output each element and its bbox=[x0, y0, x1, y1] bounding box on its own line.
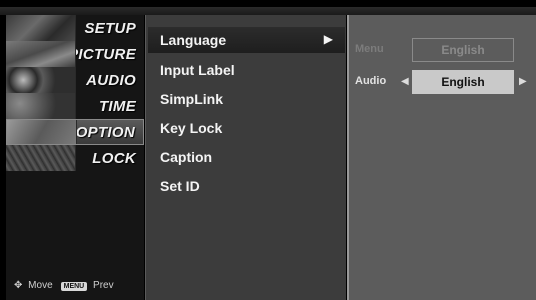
menu-item-label: Input Label bbox=[160, 62, 235, 78]
menu-item-caption[interactable]: Caption bbox=[148, 144, 345, 170]
move-label: Move bbox=[28, 279, 53, 291]
category-picture[interactable]: PICTURE bbox=[6, 41, 144, 67]
menu-item-label: Key Lock bbox=[160, 120, 223, 136]
menu-item-set-id[interactable]: Set ID bbox=[148, 173, 345, 199]
menu-item-input-label[interactable]: Input Label bbox=[148, 57, 345, 83]
move-hint: ✥ Move bbox=[14, 280, 53, 291]
menu-item-key-lock[interactable]: Key Lock bbox=[148, 115, 345, 141]
top-bar bbox=[0, 7, 536, 15]
menu-item-simplink[interactable]: SimpLink bbox=[148, 86, 345, 112]
move-arrows-icon: ✥ bbox=[14, 279, 23, 291]
menu-item-label: Caption bbox=[160, 149, 213, 165]
audio-language-label: Audio bbox=[355, 75, 387, 87]
time-thumbnail-icon bbox=[6, 93, 76, 119]
menu-language-value[interactable]: English bbox=[412, 38, 514, 62]
menu-item-label: Set ID bbox=[160, 178, 200, 194]
category-lock[interactable]: LOCK bbox=[6, 145, 144, 171]
menu-key-icon: MENU bbox=[60, 281, 88, 291]
menu-language-row[interactable]: Menu English bbox=[349, 38, 536, 62]
lock-thumbnail-icon bbox=[6, 145, 76, 171]
category-label: AUDIO bbox=[86, 71, 136, 89]
language-settings-panel: Menu English Audio ◀ English ▶ bbox=[347, 15, 536, 300]
submenu-arrow-icon: ▶ bbox=[323, 32, 333, 46]
category-sidebar: SETUP PICTURE AUDIO TIME OPTION LOCK ✥ M… bbox=[6, 15, 144, 300]
menu-item-label: Language bbox=[160, 32, 227, 48]
option-menu-list: Language ▶ Input Label SimpLink Key Lock… bbox=[145, 15, 346, 300]
category-audio[interactable]: AUDIO bbox=[6, 67, 144, 93]
left-arrow-icon[interactable]: ◀ bbox=[401, 76, 409, 87]
category-time[interactable]: TIME bbox=[6, 93, 144, 119]
audio-language-value[interactable]: English bbox=[412, 70, 514, 94]
tv-osd-screen: SETUP PICTURE AUDIO TIME OPTION LOCK ✥ M… bbox=[0, 0, 536, 300]
category-label: PICTURE bbox=[68, 45, 136, 63]
audio-language-row[interactable]: Audio ◀ English ▶ bbox=[349, 70, 536, 94]
option-thumbnail-icon bbox=[7, 120, 77, 144]
category-label: LOCK bbox=[92, 149, 136, 167]
setup-thumbnail-icon bbox=[6, 15, 76, 41]
navigation-hint-bar: ✥ Move MENU Prev bbox=[6, 270, 144, 300]
category-label: TIME bbox=[98, 97, 136, 115]
prev-label: Prev bbox=[93, 279, 114, 291]
picture-thumbnail-icon bbox=[6, 41, 76, 67]
category-label: SETUP bbox=[84, 19, 136, 37]
category-label: OPTION bbox=[75, 123, 135, 141]
right-arrow-icon[interactable]: ▶ bbox=[519, 76, 527, 87]
category-setup[interactable]: SETUP bbox=[6, 15, 144, 41]
prev-hint: MENU Prev bbox=[60, 279, 114, 291]
menu-language-label: Menu bbox=[355, 43, 384, 55]
category-option[interactable]: OPTION bbox=[6, 119, 144, 145]
menu-item-language[interactable]: Language ▶ bbox=[148, 27, 345, 53]
menu-item-label: SimpLink bbox=[160, 91, 224, 107]
audio-thumbnail-icon bbox=[6, 67, 76, 93]
